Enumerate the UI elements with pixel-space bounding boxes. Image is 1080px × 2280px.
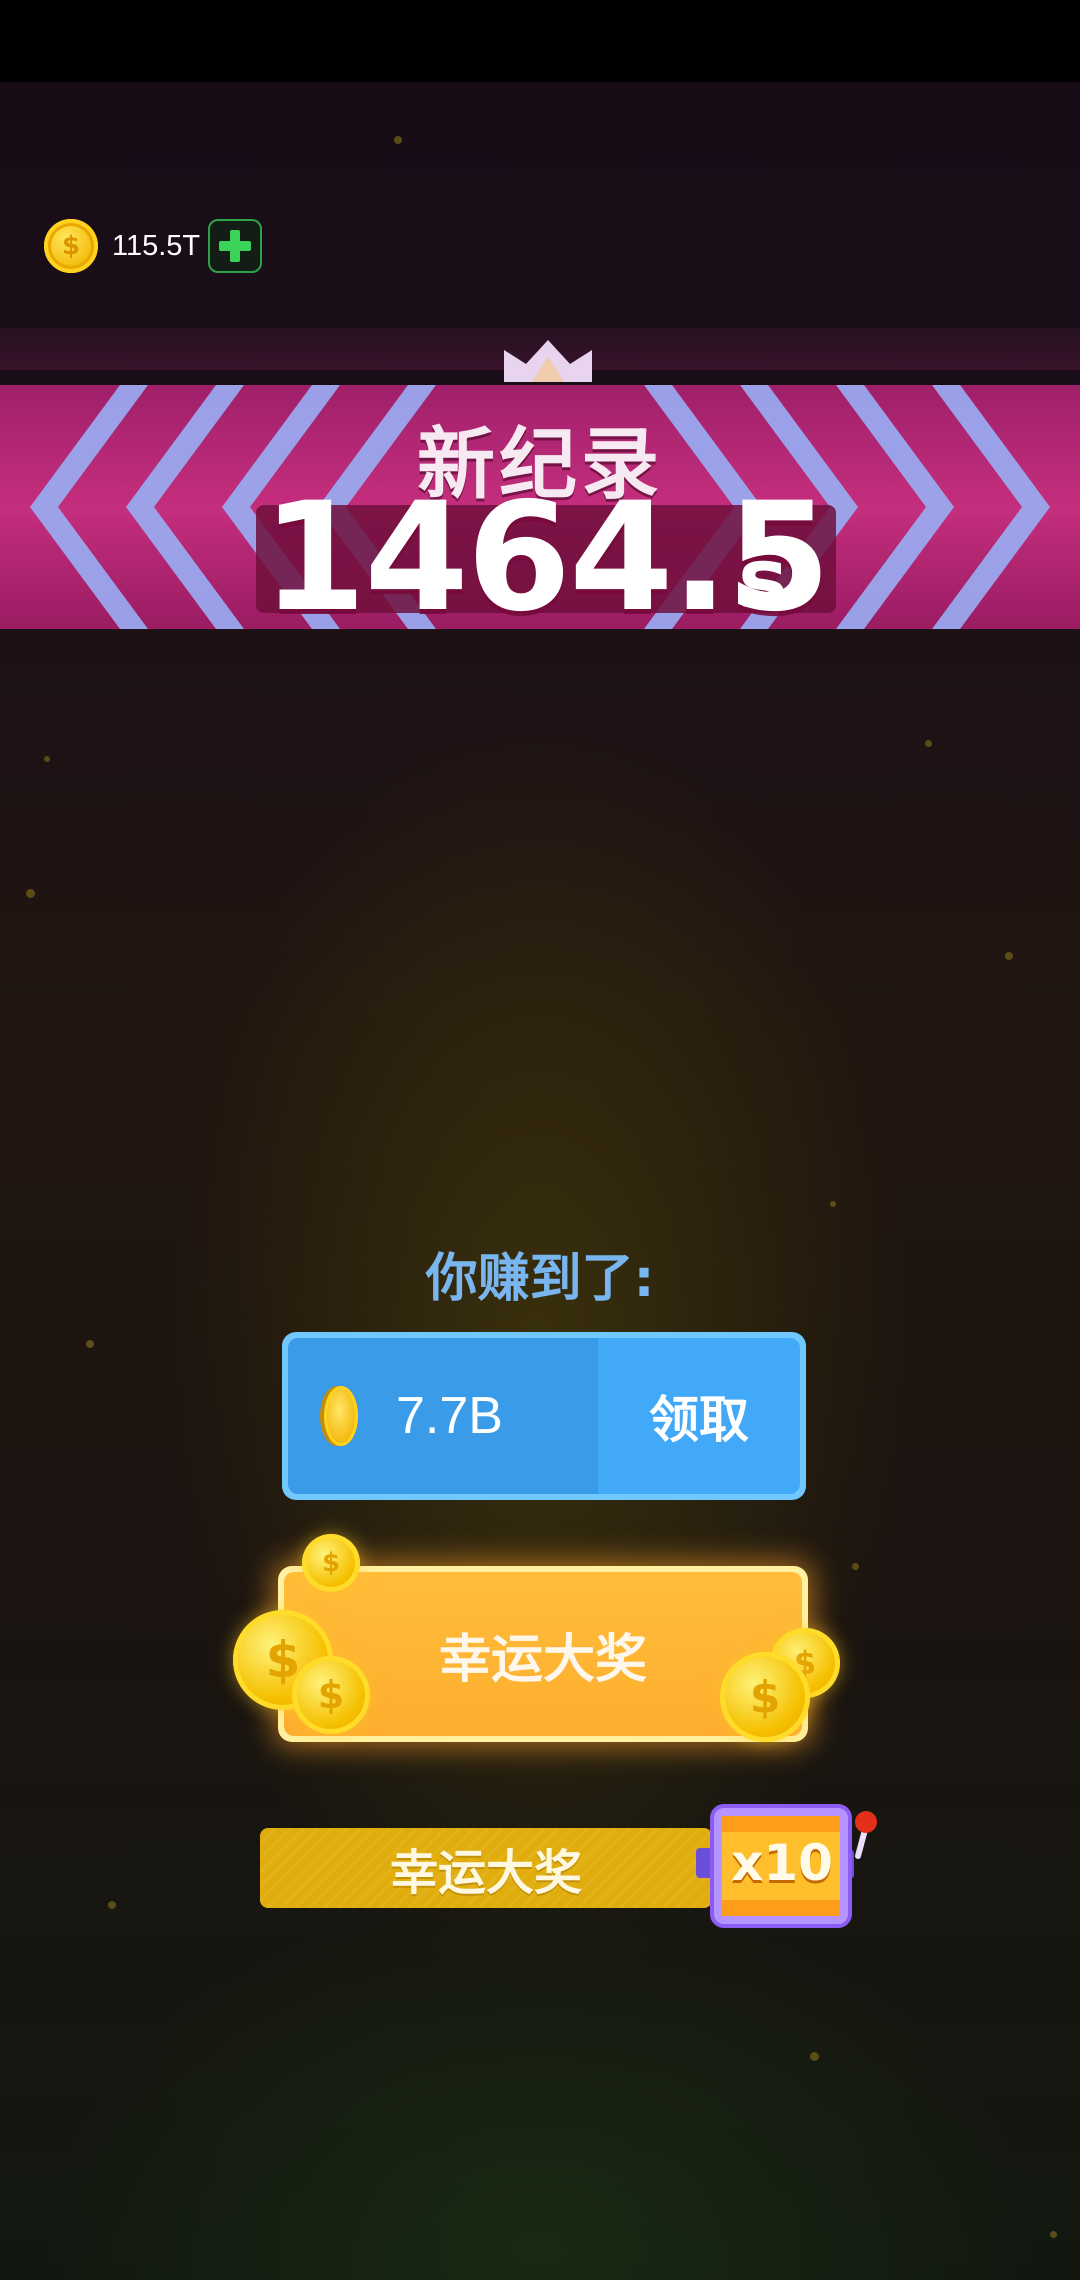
claim-label-panel: 领取 <box>598 1338 800 1494</box>
coin-icon: $ <box>720 1652 810 1742</box>
lucky-jackpot-x10-button[interactable]: 幸运大奖 <box>260 1828 712 1908</box>
lucky-jackpot-label: 幸运大奖 <box>438 1629 647 1690</box>
record-time-unit: s <box>738 530 788 628</box>
multiplier-label: x10 <box>731 1834 833 1892</box>
crown-icon <box>504 340 592 382</box>
coin-icon <box>324 1386 358 1446</box>
particle <box>1005 952 1013 960</box>
claim-label: 领取 <box>649 1391 749 1449</box>
particle <box>108 1901 116 1909</box>
particle <box>86 1340 94 1348</box>
particle <box>810 2052 819 2061</box>
particle <box>394 136 402 144</box>
particle <box>925 740 932 747</box>
earned-label: 你赚到了: <box>425 1249 655 1309</box>
add-coins-button[interactable] <box>208 219 263 273</box>
particle <box>26 889 35 898</box>
coin-icon: $ <box>292 1656 370 1734</box>
reward-amount-panel: 7.7B <box>288 1338 598 1494</box>
claim-reward-button[interactable]: 7.7B 领取 <box>282 1332 806 1500</box>
record-time-value: 1464.5 <box>262 471 831 645</box>
game-screen: $ 115.5T 新纪录 1464.5 s 你赚到了: 7.7B 领取 幸运大奖… <box>0 0 1080 2280</box>
particle <box>830 1201 836 1207</box>
dollar-coin-icon: $ <box>44 219 98 273</box>
status-bar <box>0 0 1080 82</box>
coin-counter: $ 115.5T <box>44 218 263 274</box>
coin-icon: $ <box>302 1534 360 1592</box>
plus-icon <box>219 230 252 262</box>
coin-balance: 115.5T <box>112 229 201 262</box>
particle <box>1050 2231 1057 2238</box>
particle <box>852 1563 859 1570</box>
lucky-jackpot-x10-label: 幸运大奖 <box>389 1845 582 1901</box>
reward-amount: 7.7B <box>396 1387 503 1445</box>
particle <box>44 756 50 762</box>
